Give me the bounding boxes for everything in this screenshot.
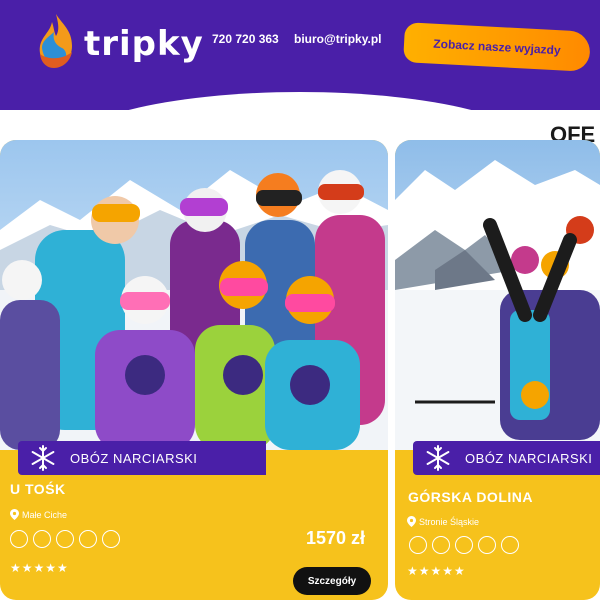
category-label: OBÓZ NARCIARSKI	[465, 450, 593, 466]
location-pin-icon	[407, 516, 416, 527]
offer-photo	[0, 140, 388, 450]
ski-icon	[409, 536, 427, 554]
amenities-icons	[10, 530, 120, 548]
page: tripky 720 720 363 biuro@tripky.pl Zobac…	[0, 0, 600, 600]
offer-card[interactable]: OBÓZ NARCIARSKI GÓRSKA DOLINA Stronie Śl…	[395, 140, 600, 600]
offer-title[interactable]: GÓRSKA DOLINA	[408, 489, 533, 505]
food-icon	[102, 530, 120, 548]
snowflake-icon	[31, 445, 55, 471]
amenities-icons	[409, 536, 519, 554]
phone-number[interactable]: 720 720 363	[212, 32, 279, 46]
email-link[interactable]: biuro@tripky.pl	[294, 32, 381, 46]
offer-title[interactable]: U TOŚK	[10, 481, 66, 497]
ski-camp-group-photo	[0, 140, 388, 450]
ski-camp-handstand-photo	[395, 140, 600, 450]
ski-icon	[10, 530, 28, 548]
bus-icon	[79, 530, 97, 548]
offer-price: 1570 zł	[306, 528, 366, 548]
offer-location: Stronie Śląskie	[407, 516, 479, 527]
mountain-icon	[455, 536, 473, 554]
location-label: Stronie Śląskie	[419, 516, 480, 527]
mountain-icon	[56, 530, 74, 548]
flame-logo-icon	[39, 14, 72, 68]
offer-photo	[395, 140, 600, 450]
offer-card[interactable]: OBÓZ NARCIARSKI U TOŚK Małe Ciche 1570 z…	[0, 140, 388, 600]
bed-icon	[33, 530, 51, 548]
bus-icon	[478, 536, 496, 554]
category-badge: OBÓZ NARCIARSKI	[413, 441, 600, 475]
logo[interactable]: tripky	[32, 10, 203, 72]
location-pin-icon	[10, 509, 19, 520]
see-trips-button[interactable]: Zobacz nasze wyjazdy	[403, 22, 591, 72]
category-badge: OBÓZ NARCIARSKI	[18, 441, 266, 475]
food-icon	[501, 536, 519, 554]
rating-stars: ★★★★★	[10, 561, 69, 575]
details-button[interactable]: Szczegóły	[293, 567, 371, 595]
bed-icon	[432, 536, 450, 554]
offer-location: Małe Ciche	[10, 509, 67, 520]
brand-name: tripky	[84, 24, 204, 64]
location-label: Małe Ciche	[22, 509, 68, 520]
category-label: OBÓZ NARCIARSKI	[70, 450, 198, 466]
snowflake-icon	[426, 445, 450, 471]
rating-stars: ★★★★★	[407, 564, 466, 578]
